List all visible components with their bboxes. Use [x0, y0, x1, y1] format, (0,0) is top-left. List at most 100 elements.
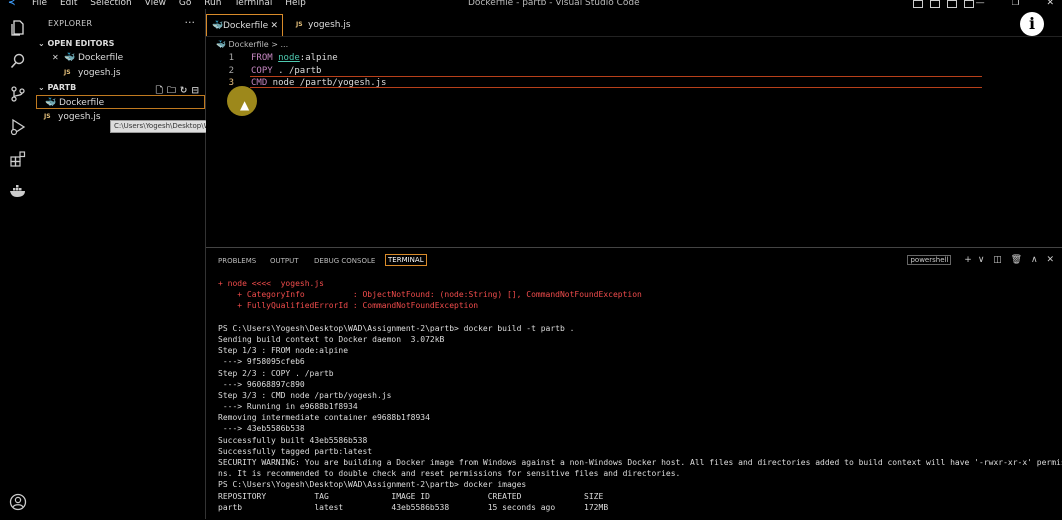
code-line-1[interactable]: FROM node:alpine [251, 53, 338, 63]
terminal-line: ---> 9f58095cfeb6 [218, 357, 305, 367]
code-text: . /partb [272, 66, 322, 76]
file-label: yogesh.js [58, 112, 101, 122]
trash-icon[interactable]: 🗑 [1011, 255, 1022, 265]
more-actions-button[interactable]: ··· [185, 16, 196, 29]
terminal-line: REPOSITORY TAG IMAGE ID CREATED SIZE [218, 491, 604, 501]
partb-folder-section[interactable]: ⌄ PARTB 🗋 🗀 ↻ ⊟ [38, 83, 205, 96]
menu-file[interactable]: File [32, 0, 47, 8]
terminal-output[interactable]: + node <<<< yogesh.js + CategoryInfo : O… [218, 278, 1062, 513]
menu-run[interactable]: Run [204, 0, 221, 8]
terminal-line: Sending build context to Docker daemon 3… [218, 334, 445, 344]
window-title: Dockerfile - partb - Visual Studio Code [468, 0, 640, 8]
explorer-title: EXPLORER [48, 19, 93, 28]
mouse-pointer-icon: ▲ [240, 98, 250, 112]
menu-view[interactable]: View [145, 0, 166, 8]
folder-label: PARTB [47, 83, 77, 92]
terminal-line: ns. It is recommended to double check an… [218, 469, 681, 479]
keyword: CMD [251, 78, 268, 88]
menu-go[interactable]: Go [179, 0, 191, 8]
terminal-line: SECURITY WARNING: You are building a Doc… [218, 458, 1062, 467]
tab-dockerfile[interactable]: 🐳 Dockerfile ✕ [206, 14, 283, 36]
docker-file-icon: 🐳 [212, 21, 224, 31]
terminal-line: Step 1/3 : FROM node:alpine [218, 346, 349, 356]
code-text: node /partb/yogesh.js [267, 78, 387, 88]
tab-label: Dockerfile [223, 21, 269, 31]
explorer-sidebar: EXPLORER ··· ⌄ OPEN EDITORS ✕ 🐳 Dockerfi… [36, 9, 206, 519]
terminal-error-line: + FullyQualifiedErrorId : CommandNotFoun… [218, 301, 479, 311]
code-line-2[interactable]: COPY . /partb [251, 66, 321, 76]
terminal-line: Removing intermediate container e9688b1f… [218, 413, 430, 423]
maximize-panel-icon[interactable]: ∧ [1031, 255, 1038, 265]
tab-terminal[interactable]: TERMINAL [385, 254, 427, 266]
tab-problems[interactable]: PROBLEMS [218, 257, 256, 265]
docker-file-icon: 🐳 [45, 98, 57, 108]
menu-selection[interactable]: Selection [90, 0, 131, 8]
file-item-dockerfile[interactable]: 🐳 Dockerfile [36, 95, 205, 109]
tab-output[interactable]: OUTPUT [270, 257, 299, 265]
docker-icon[interactable] [8, 182, 28, 202]
close-window-button[interactable]: ✕ [1046, 0, 1054, 8]
restore-button[interactable]: ❐ [1012, 0, 1020, 8]
code-line-3[interactable]: CMD node /partb/yogesh.js [251, 78, 386, 88]
menu-edit[interactable]: Edit [60, 0, 77, 8]
line-number: 1 [228, 53, 234, 63]
extensions-icon[interactable] [8, 150, 28, 170]
close-panel-icon[interactable]: ✕ [1046, 255, 1054, 265]
files-icon[interactable] [8, 19, 28, 39]
js-file-icon: JS [44, 113, 51, 120]
menu-bar: File Edit Selection View Go Run Terminal… [32, 0, 316, 8]
open-editor-item-yogesh-js[interactable]: JS yogesh.js [36, 66, 205, 80]
terminal-line: PS C:\Users\Yogesh\Desktop\WAD\Assignmen… [218, 480, 527, 490]
terminal-line: PS C:\Users\Yogesh\Desktop\WAD\Assignmen… [218, 323, 575, 333]
menu-help[interactable]: Help [285, 0, 306, 8]
source-control-icon[interactable] [8, 85, 28, 105]
terminal-error-line: + node <<<< yogesh.js [218, 279, 324, 288]
breadcrumb-text: Dockerfile > ... [228, 40, 289, 49]
terminal-line: ---> 96068897c890 [218, 379, 305, 389]
bottom-panel: PROBLEMS OUTPUT DEBUG CONSOLE TERMINAL p… [206, 247, 1062, 520]
line-number: 3 [228, 78, 234, 88]
account-icon[interactable] [8, 493, 28, 513]
terminal-line: Successfully tagged partb:latest [218, 446, 373, 456]
tab-debug-console[interactable]: DEBUG CONSOLE [314, 257, 375, 265]
file-label: Dockerfile [59, 98, 105, 108]
keyword: FROM [251, 53, 273, 63]
toggle-panel-icon[interactable] [930, 0, 940, 8]
line-number: 2 [228, 66, 234, 76]
chevron-down-icon[interactable]: ∨ [978, 255, 985, 265]
image-name: node [278, 53, 300, 63]
breadcrumb[interactable]: 🐳 Dockerfile > ... [216, 40, 288, 49]
editor-tab-bar: 🐳 Dockerfile ✕ JS yogesh.js i [206, 9, 1062, 37]
terminal-line: ---> 43eb5586b538 [218, 424, 305, 434]
tab-label: yogesh.js [308, 20, 351, 30]
open-editor-item-dockerfile[interactable]: ✕ 🐳 Dockerfile [36, 51, 205, 65]
tab-yogesh-js[interactable]: JS yogesh.js [296, 14, 351, 36]
docker-file-icon: 🐳 [216, 40, 226, 49]
js-file-icon: JS [296, 21, 303, 28]
terminal-line: ---> Running in e9688b1f8934 [218, 402, 358, 412]
terminal-line: Successfully built 43eb5586b538 [218, 435, 368, 445]
open-editors-section[interactable]: ⌄ OPEN EDITORS [38, 39, 114, 48]
keyword: COPY [251, 66, 273, 76]
split-terminal-icon[interactable]: ◫ [993, 255, 1002, 265]
open-editors-label: OPEN EDITORS [47, 39, 115, 48]
terminal-line: Step 2/3 : COPY . /partb [218, 368, 334, 378]
open-editor-label: yogesh.js [78, 68, 121, 78]
toggle-sidebar-icon[interactable] [913, 0, 923, 8]
terminal-line: partb latest 43eb5586b538 15 seconds ago… [218, 502, 609, 512]
terminal-shell-selector[interactable]: powershell [907, 255, 952, 265]
menu-terminal[interactable]: Terminal [234, 0, 272, 8]
window-controls: — ❐ ✕ [952, 0, 1054, 8]
run-debug-icon[interactable] [8, 118, 28, 138]
title-bar: ≺ File Edit Selection View Go Run Termin… [0, 0, 1062, 9]
info-button[interactable]: i [1020, 12, 1044, 36]
close-tab-icon[interactable]: ✕ [270, 15, 278, 37]
search-icon[interactable] [8, 52, 28, 72]
close-icon[interactable]: ✕ [52, 51, 59, 65]
add-terminal-icon[interactable]: + [964, 255, 972, 265]
code-text: :alpine [299, 53, 338, 63]
activity-bar [0, 9, 37, 519]
minimize-button[interactable]: — [976, 0, 985, 8]
terminal-line: Step 3/3 : CMD node /partb/yogesh.js [218, 390, 392, 400]
